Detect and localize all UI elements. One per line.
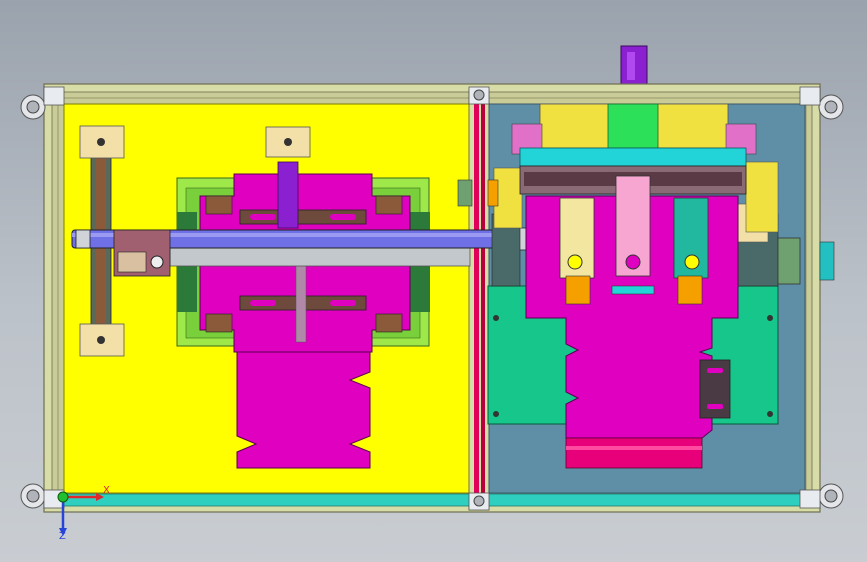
divider-mounting-clip-right[interactable] [487,179,499,207]
right-top-block[interactable] [511,103,757,155]
bottom-rail[interactable] [43,493,821,507]
left-slotted-bar-top[interactable] [239,209,367,225]
gripper-center[interactable] [611,175,655,295]
left-corner-clamp-tr[interactable] [375,195,403,215]
divider-mounting-clip-top[interactable] [457,179,473,207]
left-corner-clamp-br[interactable] [375,313,403,333]
axis-z-label: Z [59,531,66,542]
right-bottom-tray[interactable] [565,437,703,469]
left-vertical-purple-rod[interactable] [277,161,299,229]
axis-x-label: X [103,485,110,496]
right-yellow-panel-right[interactable] [745,161,779,233]
left-linear-rail[interactable] [169,245,471,267]
left-top-bracket[interactable] [265,126,311,158]
right-slotted-plate[interactable] [699,359,731,419]
top-motor[interactable] [620,45,648,85]
center-joint-bottom [468,492,490,511]
cad-viewport[interactable] [0,0,867,562]
center-joint-top [468,86,490,105]
cylinder-mount-block[interactable] [113,229,171,277]
left-corner-clamp-tl[interactable] [205,195,233,215]
left-corner-clamp-bl[interactable] [205,313,233,333]
center-divider-beam[interactable] [468,89,490,511]
